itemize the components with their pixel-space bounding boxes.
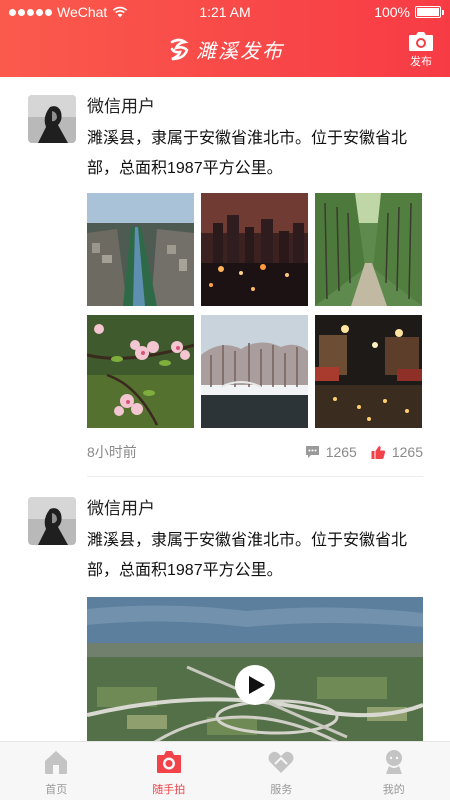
photo-thumbnail[interactable] [201,315,308,428]
logo-mark-icon [170,38,189,60]
publish-label: 发布 [410,56,432,68]
camera-icon [409,32,433,51]
avatar[interactable] [28,95,76,143]
post-text: 濉溪县，隶属于安徽省淮北市。位于安徽省北部，总面积1987平方公里。 [87,532,408,579]
photo-thumbnail[interactable] [87,315,194,428]
comment-button[interactable]: 1265 [305,444,357,460]
battery-percent: 100% [374,4,410,20]
image-grid [87,193,423,428]
photo-thumbnail[interactable] [315,315,422,428]
username[interactable]: 微信用户 [87,92,155,117]
comment-count: 1265 [325,444,357,460]
home-icon [45,751,68,774]
post-divider [87,476,423,477]
thumbs-up-icon [371,446,385,459]
status-bar: WeChat 100% [0,0,450,24]
camera-icon [156,751,181,773]
nav-bar: 濉溪发布 发布 [0,24,450,77]
post-time: 8小时前 [87,444,137,460]
username[interactable]: 微信用户 [87,494,155,519]
tab-label: 服务 [270,784,293,796]
post-text: 濉溪县，隶属于安徽省淮北市。位于安徽省北部，总面积1987平方公里。 [87,130,408,177]
tab-bar: 首页 随手拍 服务 我的 [0,741,450,800]
like-button[interactable]: 1265 [371,444,423,460]
comment-icon [305,446,319,458]
carrier-label: WeChat [57,4,108,20]
feed[interactable]: 微信用户 濉溪县，隶属于安徽省淮北市。位于安徽省北部，总面积1987平方公里。 [0,77,450,741]
tab-label: 我的 [382,784,405,796]
wifi-icon [113,6,128,18]
avatar[interactable] [28,497,76,545]
tab-label: 首页 [45,784,68,796]
person-icon [385,750,402,774]
app-header: WeChat 100% 1:21 AM 濉溪发布 发布 [0,0,450,77]
app-title: 濉溪发布 [196,39,284,63]
tab-profile[interactable]: 我的 [338,742,450,800]
signal-dots-icon [9,8,52,16]
app-logo: 濉溪发布 [0,35,450,64]
photo-thumbnail[interactable] [87,193,194,306]
video-player[interactable] [87,597,423,741]
tab-snapshot[interactable]: 随手拍 [113,742,226,800]
play-icon [248,676,265,694]
play-button[interactable] [235,665,275,705]
like-count: 1265 [391,444,423,460]
photo-thumbnail[interactable] [201,193,308,306]
photo-thumbnail[interactable] [315,193,422,306]
publish-button[interactable]: 发布 [404,30,438,69]
post-meta: 8小时前 1265 1265 [87,440,423,464]
tab-home[interactable]: 首页 [0,742,113,800]
battery-icon [415,6,444,18]
tab-label: 随手拍 [152,784,186,796]
heart-hands-icon [268,751,294,773]
tab-services[interactable]: 服务 [225,742,338,800]
